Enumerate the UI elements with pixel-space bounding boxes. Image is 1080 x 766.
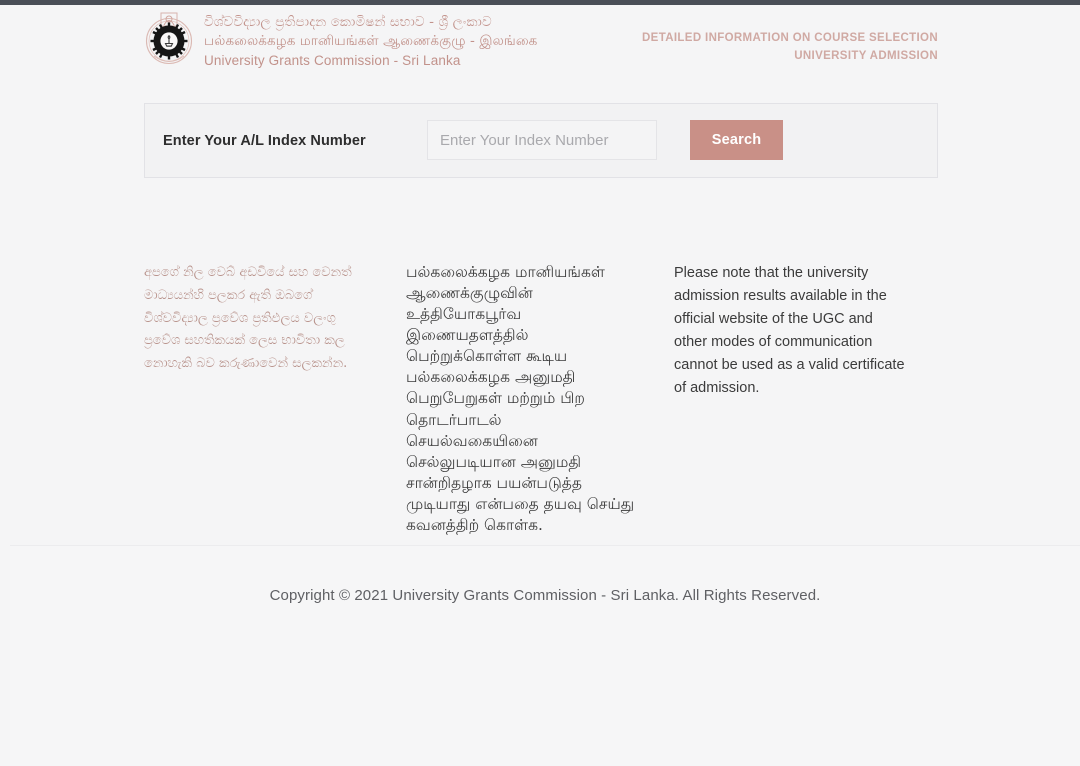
brand-block[interactable]: විශ්වවිද්‍යාල ප්‍රතිපාදන කොමිෂන් සභාව - … [144, 10, 537, 70]
notice-columns: අපගේ නිල වෙබ් අඩවියේ සහ වෙනත් මාධ්‍යයන්හ… [144, 262, 944, 536]
tagline-line-2: UNIVERSITY ADMISSION [794, 49, 938, 62]
copyright-text: Copyright © 2021 University Grants Commi… [269, 587, 821, 604]
site-header: විශ්වවිද්‍යාල ප්‍රතිපාදන කොමිෂන් සභාව - … [144, 5, 938, 77]
site-footer: Copyright © 2021 University Grants Commi… [10, 546, 1080, 766]
search-panel: Enter Your A/L Index Number Search [144, 103, 938, 178]
notice-text-tamil: பல்கலைக்கழக மானியங்கள் ஆணைக்குழுவின் உத்… [406, 263, 635, 534]
index-number-input[interactable] [427, 120, 657, 160]
brand-title-sinhala: විශ්වවිද්‍යාල ප්‍රතිපාදන කොමිෂන් සභාව - … [204, 14, 492, 30]
notice-text-sinhala: අපගේ නිල වෙබ් අඩවියේ සහ වෙනත් මාධ්‍යයන්හ… [144, 265, 352, 371]
notice-column-sinhala: අපගේ නිල වෙබ් අඩවියේ සහ වෙනත් මාධ්‍යයන්හ… [144, 262, 406, 536]
ugc-emblem-icon [144, 10, 194, 68]
brand-title-tamil: பல்கலைக்கழக மானியங்கள் ஆணைக்குழு - இலங்க… [204, 33, 538, 50]
search-label: Enter Your A/L Index Number [163, 132, 366, 149]
notice-text-english: Please note that the university admissio… [674, 265, 905, 396]
brand-title-english: University Grants Commission - Sri Lanka [204, 53, 461, 69]
notice-column-english: Please note that the university admissio… [674, 262, 934, 536]
brand-text-lines: විශ්වවිද්‍යාල ප්‍රතිපාදන කොමිෂන් සභාව - … [204, 10, 537, 70]
page-root: විශ්වවිද්‍යාල ප්‍රතිපාදන කොමිෂන් සභාව - … [0, 0, 1080, 766]
tagline-line-1: DETAILED INFORMATION ON COURSE SELECTION [642, 32, 938, 44]
notice-column-tamil: பல்கலைக்கழக மானியங்கள் ஆணைக்குழுவின் உத்… [406, 262, 674, 536]
search-button[interactable]: Search [690, 120, 783, 160]
header-tagline: DETAILED INFORMATION ON COURSE SELECTION… [642, 30, 938, 66]
